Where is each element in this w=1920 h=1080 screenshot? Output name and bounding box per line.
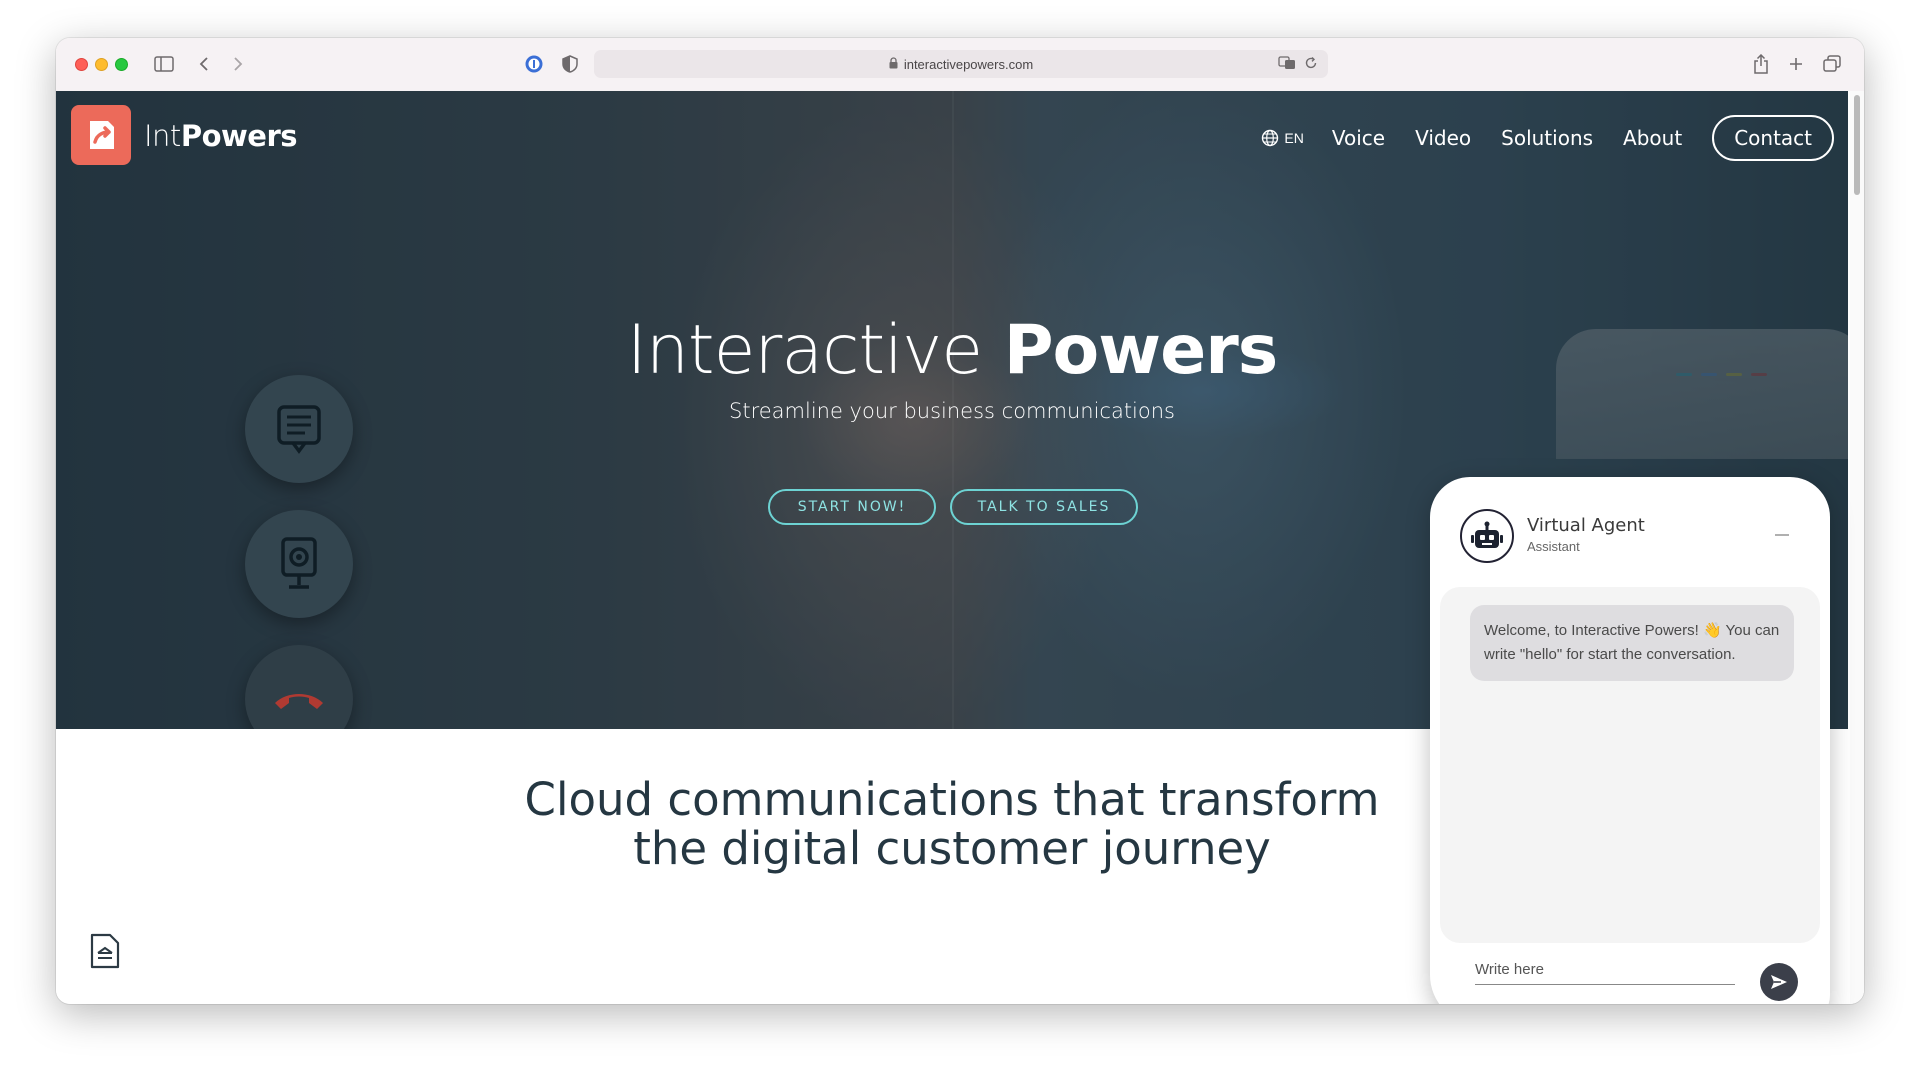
send-icon xyxy=(1771,975,1787,989)
scrollbar-thumb[interactable] xyxy=(1854,95,1860,195)
talk-to-sales-button[interactable]: TALK TO SALES xyxy=(950,489,1138,525)
forward-icon[interactable] xyxy=(228,52,248,76)
minimize-icon xyxy=(1775,534,1789,536)
virtual-agent-chat-widget: Virtual Agent Assistant Welcome, to Inte… xyxy=(1430,477,1830,1004)
tab-overview-icon[interactable] xyxy=(1822,52,1842,76)
lock-icon xyxy=(889,56,898,72)
address-bar[interactable]: interactivepowers.com xyxy=(594,50,1328,78)
logo-text-bold: Powers xyxy=(180,119,298,153)
robot-avatar-icon xyxy=(1460,509,1514,563)
contact-button[interactable]: Contact xyxy=(1712,115,1834,161)
chat-input-field[interactable]: Write here xyxy=(1475,961,1735,985)
new-tab-icon[interactable] xyxy=(1786,52,1806,76)
reload-icon[interactable] xyxy=(1304,56,1318,73)
chat-welcome-message: Welcome, to Interactive Powers! 👋 You ca… xyxy=(1470,605,1794,681)
sidebar-toggle-icon[interactable] xyxy=(152,52,176,76)
chat-send-button[interactable] xyxy=(1760,963,1798,1001)
page-viewport: IntPowers EN Voice Video Solutions About… xyxy=(56,91,1864,1004)
url-text: interactivepowers.com xyxy=(903,56,1034,72)
brand-logo-icon[interactable] xyxy=(71,105,131,165)
password-manager-icon[interactable] xyxy=(522,52,546,76)
globe-icon xyxy=(1262,129,1279,147)
translate-icon[interactable] xyxy=(1278,56,1296,73)
back-icon[interactable] xyxy=(194,52,214,76)
close-window-button[interactable] xyxy=(75,58,88,71)
minimize-window-button[interactable] xyxy=(95,58,108,71)
logo-text-thin: Int xyxy=(144,119,181,153)
browser-window: interactivepowers.com IntPowers EN Voice… xyxy=(56,38,1864,1004)
hero-title-bold: Powers xyxy=(1003,311,1279,390)
hero-subtitle: Streamline your business communications xyxy=(729,399,1175,423)
language-selector[interactable]: EN xyxy=(1261,129,1304,147)
nav-voice[interactable]: Voice xyxy=(1332,126,1385,150)
hero-title-light: Interactive xyxy=(626,311,983,390)
chat-minimize-button[interactable] xyxy=(1774,527,1790,543)
document-widget-icon[interactable] xyxy=(88,931,122,976)
privacy-shield-icon[interactable] xyxy=(558,52,582,76)
browser-toolbar: interactivepowers.com xyxy=(56,38,1864,92)
brand-logo-text[interactable]: IntPowers xyxy=(144,119,298,153)
language-label: EN xyxy=(1284,130,1304,146)
page-scrollbar[interactable] xyxy=(1850,91,1864,1004)
phone-hangup-icon xyxy=(275,694,323,709)
nav-solutions[interactable]: Solutions xyxy=(1501,126,1593,150)
start-now-button[interactable]: START NOW! xyxy=(768,489,936,525)
nav-video[interactable]: Video xyxy=(1415,126,1471,150)
share-icon[interactable] xyxy=(1751,52,1771,76)
hero-title: Interactive Powers xyxy=(56,311,1848,390)
main-nav: EN Voice Video Solutions About Contact xyxy=(1261,115,1834,161)
zoom-window-button[interactable] xyxy=(115,58,128,71)
chat-agent-role: Assistant xyxy=(1527,539,1580,554)
video-channel-button[interactable] xyxy=(245,510,353,618)
chat-channel-button[interactable] xyxy=(245,375,353,483)
webcam-icon xyxy=(281,537,317,589)
chat-messages: Welcome, to Interactive Powers! 👋 You ca… xyxy=(1440,587,1820,943)
nav-about[interactable]: About xyxy=(1623,126,1682,150)
chat-agent-name: Virtual Agent xyxy=(1527,515,1645,536)
